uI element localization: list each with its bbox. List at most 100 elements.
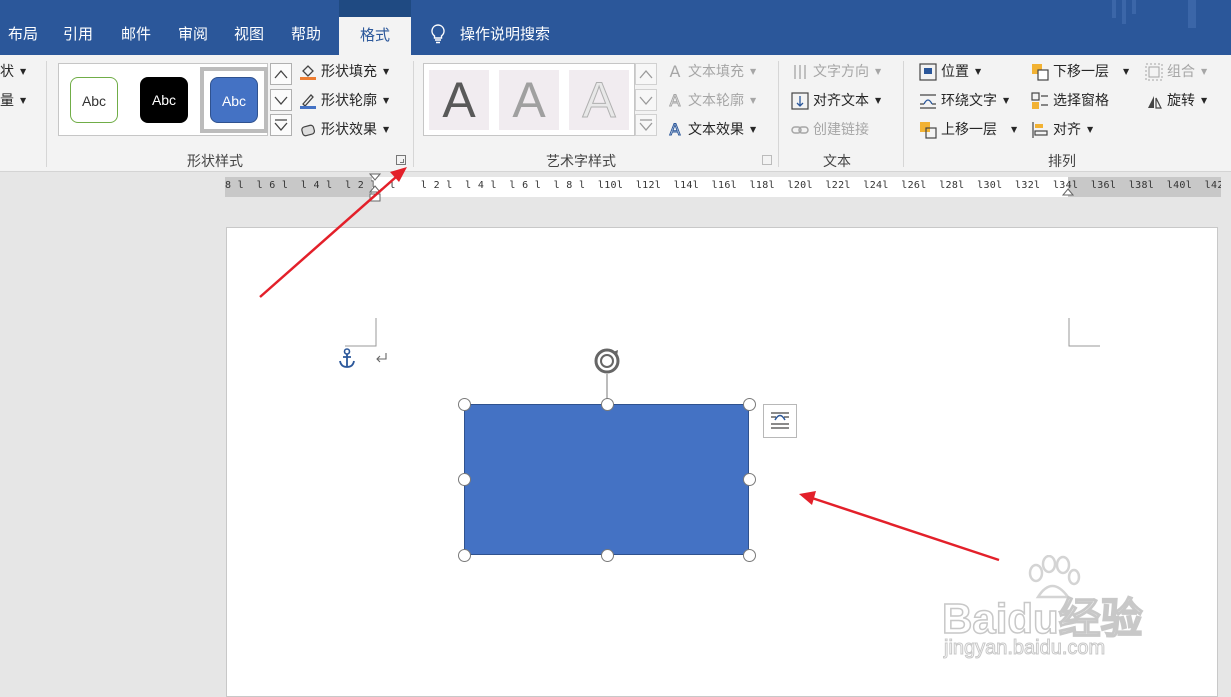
text-direction-button[interactable]: 文字方向 ▼ bbox=[791, 61, 881, 83]
wordart-scroll-up-button[interactable] bbox=[635, 63, 657, 85]
group-button[interactable]: 组合 ▼ bbox=[1145, 61, 1207, 83]
tab-format[interactable]: 格式 bbox=[339, 17, 411, 55]
bring-forward-label: 上移一层 bbox=[941, 122, 997, 138]
arrange-group-label: 排列 bbox=[1048, 154, 1076, 170]
left-partial-label-2: 量 bbox=[0, 93, 14, 109]
shape-fill-button[interactable]: 形状填充 ▼ bbox=[299, 61, 389, 83]
shape-style-blue[interactable]: Abc bbox=[210, 77, 258, 123]
ribbon: 状 ▼ 量 ▼ Abc Abc Abc 形状填充 ▼ 形状轮廓 ▼ 形状效果 ▼ 形状样式… bbox=[0, 55, 1231, 172]
right-indent-marker-icon[interactable] bbox=[1062, 187, 1074, 199]
left-partial-label-1: 状 bbox=[0, 64, 14, 80]
selection-pane-label: 选择窗格 bbox=[1053, 93, 1109, 109]
text-effects-icon: A bbox=[669, 120, 681, 139]
gallery-more-button[interactable] bbox=[270, 114, 292, 136]
lightbulb-icon bbox=[431, 24, 445, 44]
gallery-scroll-up-button[interactable] bbox=[270, 63, 292, 85]
wordart-style-1[interactable]: A bbox=[429, 70, 489, 130]
resize-handle-top[interactable] bbox=[601, 398, 614, 411]
text-direction-label: 文字方向 bbox=[813, 64, 869, 80]
selection-pane-button[interactable]: 选择窗格 bbox=[1031, 90, 1109, 112]
text-effects-button[interactable]: A 文本效果 ▼ bbox=[666, 119, 756, 141]
group-separator bbox=[46, 61, 47, 167]
tab-review[interactable]: 审阅 bbox=[178, 24, 208, 44]
wordart-more-button[interactable] bbox=[635, 114, 657, 136]
shape-outline-button[interactable]: 形状轮廓 ▼ bbox=[299, 90, 389, 112]
resize-handle-top-right[interactable] bbox=[743, 398, 756, 411]
paint-bucket-icon bbox=[300, 65, 316, 80]
rotate-label: 旋转 bbox=[1167, 93, 1195, 109]
wordart-style-3[interactable]: A bbox=[569, 70, 629, 130]
indent-marker-icon[interactable] bbox=[369, 173, 381, 203]
shape-styles-gallery: Abc Abc Abc bbox=[58, 63, 268, 136]
shape-styles-launcher-icon[interactable] bbox=[396, 155, 406, 165]
text-fill-button[interactable]: A 文本填充 ▼ bbox=[666, 61, 757, 83]
align-text-icon bbox=[791, 92, 809, 110]
shape-style-black[interactable]: Abc bbox=[140, 77, 188, 123]
wordart-style-2[interactable]: A bbox=[499, 70, 559, 130]
group-label: 组合 bbox=[1167, 64, 1195, 80]
left-partial-cmd-2[interactable]: 量 ▼ bbox=[0, 90, 26, 112]
group-separator bbox=[778, 61, 779, 167]
tab-layout[interactable]: 布局 bbox=[8, 24, 38, 44]
wordart-styles-group-label: 艺术字样式 bbox=[546, 154, 616, 170]
anchor-icon[interactable] bbox=[337, 348, 357, 370]
resize-handle-left[interactable] bbox=[458, 473, 471, 486]
send-backward-icon bbox=[1032, 64, 1049, 81]
create-link-label: 创建链接 bbox=[813, 122, 869, 138]
resize-handle-bottom-right[interactable] bbox=[743, 549, 756, 562]
text-outline-label: 文本轮廓 bbox=[688, 93, 744, 109]
text-outline-button[interactable]: A 文本轮廓 ▼ bbox=[666, 90, 756, 112]
margin-corner-marker bbox=[1068, 318, 1100, 347]
shape-effects-button[interactable]: 形状效果 ▼ bbox=[299, 119, 389, 141]
margin-corner-marker bbox=[345, 318, 377, 347]
text-effects-label: 文本效果 bbox=[688, 122, 744, 138]
group-icon bbox=[1145, 63, 1163, 81]
rotate-handle-icon[interactable] bbox=[590, 346, 624, 404]
rectangle-shape[interactable] bbox=[458, 398, 756, 562]
shape-outline-label: 形状轮廓 bbox=[321, 93, 377, 109]
tab-help[interactable]: 帮助 bbox=[291, 24, 321, 44]
tab-references[interactable]: 引用 bbox=[63, 24, 93, 44]
wrap-text-label: 环绕文字 bbox=[941, 93, 997, 109]
position-icon bbox=[919, 63, 937, 81]
shape-style-outline[interactable]: Abc bbox=[70, 77, 118, 123]
wordart-styles-gallery: A A A bbox=[423, 63, 635, 136]
align-text-label: 对齐文本 bbox=[813, 93, 869, 109]
shape-fill-label: 形状填充 bbox=[321, 64, 377, 80]
wrap-text-button[interactable]: 环绕文字 ▼ bbox=[919, 90, 1009, 112]
rotate-icon bbox=[1148, 96, 1162, 109]
layout-options-button[interactable] bbox=[763, 404, 797, 438]
watermark-url: jingyan.baidu.com bbox=[943, 637, 1106, 660]
selection-pane-icon bbox=[1031, 92, 1048, 109]
position-label: 位置 bbox=[941, 64, 969, 80]
title-bar-decoration bbox=[1112, 0, 1196, 28]
bring-forward-button[interactable]: 上移一层 ▼ bbox=[919, 119, 1017, 141]
resize-handle-right[interactable] bbox=[743, 473, 756, 486]
baidu-watermark: Baidu经验 jingyan.baidu.com bbox=[940, 555, 1200, 665]
contextual-tab-header bbox=[339, 0, 411, 17]
wrap-text-icon bbox=[920, 94, 936, 109]
wordart-styles-launcher-icon[interactable] bbox=[762, 155, 772, 165]
send-backward-button[interactable]: 下移一层 ▼ bbox=[1031, 61, 1129, 83]
gallery-scroll-down-button[interactable] bbox=[270, 89, 292, 111]
rotate-button[interactable]: 旋转 ▼ bbox=[1145, 90, 1207, 112]
wordart-scroll-down-button[interactable] bbox=[635, 89, 657, 111]
text-direction-icon bbox=[794, 65, 806, 79]
position-button[interactable]: 位置 ▼ bbox=[919, 61, 981, 83]
resize-handle-bottom[interactable] bbox=[601, 549, 614, 562]
left-partial-cmd-1[interactable]: 状 ▼ bbox=[0, 61, 26, 83]
tell-me-search[interactable]: 操作说明搜索 bbox=[430, 24, 550, 44]
link-icon bbox=[791, 126, 809, 134]
shape-styles-group-label: 形状样式 bbox=[187, 154, 243, 170]
tab-view[interactable]: 视图 bbox=[234, 24, 264, 44]
resize-handle-bottom-left[interactable] bbox=[458, 549, 471, 562]
create-link-button[interactable]: 创建链接 bbox=[791, 119, 869, 141]
pen-outline-icon bbox=[300, 94, 316, 109]
resize-handle-top-left[interactable] bbox=[458, 398, 471, 411]
bring-forward-icon bbox=[920, 122, 937, 139]
horizontal-ruler[interactable]: 8 l l 6 l l 4 l l 2 l l l 2 l l 4 l l 6 … bbox=[225, 173, 1221, 202]
tab-mailings[interactable]: 邮件 bbox=[121, 24, 151, 44]
align-text-button[interactable]: 对齐文本 ▼ bbox=[791, 90, 881, 112]
align-button[interactable]: 对齐 ▼ bbox=[1031, 119, 1093, 141]
group-separator bbox=[413, 61, 414, 167]
